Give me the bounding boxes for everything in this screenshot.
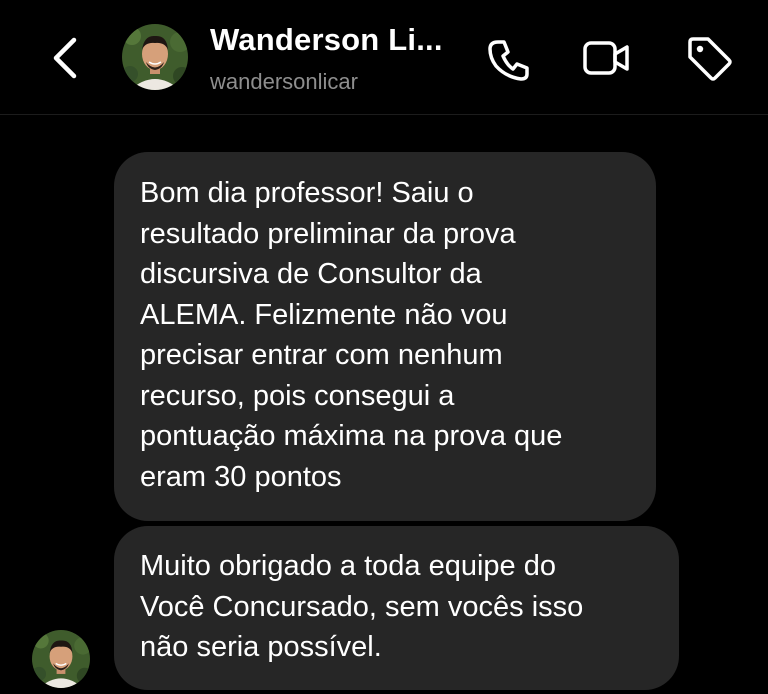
avatar-photo (32, 630, 90, 688)
message-text-line: Bom dia professor! Saiu o (140, 177, 474, 209)
message-text-line: pontuação máxima na prova que (140, 420, 563, 452)
video-call-button[interactable] (582, 34, 632, 84)
message-text-line: Você Concursado, sem vocês isso (140, 590, 584, 623)
video-camera-icon (583, 41, 629, 75)
tag-icon (688, 37, 732, 81)
message-text-line: precisar entrar com nenhum (140, 339, 503, 371)
message-text-line: resultado preliminar da prova (140, 217, 516, 250)
contact-name[interactable]: Wanderson Li... (210, 22, 443, 58)
sender-avatar[interactable] (32, 630, 90, 688)
back-button[interactable] (44, 32, 88, 84)
phone-icon (488, 40, 529, 81)
message-text-line: não seria possível. (140, 631, 382, 663)
message-bubble[interactable]: Muito obrigado a toda equipe do Você Con… (114, 526, 679, 690)
message-text-line: Muito obrigado a toda equipe do (140, 550, 556, 582)
message-text-line: ALEMA. Felizmente não vou (140, 298, 508, 331)
tag-button[interactable] (684, 34, 734, 84)
message-text-line: discursiva de Consultor da (140, 258, 482, 290)
chat-header: Wanderson Li... wandersonlicar (0, 0, 768, 115)
voice-call-button[interactable] (484, 34, 534, 84)
message-bubble[interactable]: Bom dia professor! Saiu o resultado prel… (114, 152, 656, 521)
contact-avatar[interactable] (122, 24, 188, 90)
message-text-line: eram 30 pontos (140, 460, 342, 493)
contact-username: wandersonlicar (210, 69, 358, 94)
chevron-left-icon (53, 37, 77, 79)
message-text-line: recurso, pois consegui a (140, 379, 455, 412)
avatar-photo (122, 24, 188, 90)
